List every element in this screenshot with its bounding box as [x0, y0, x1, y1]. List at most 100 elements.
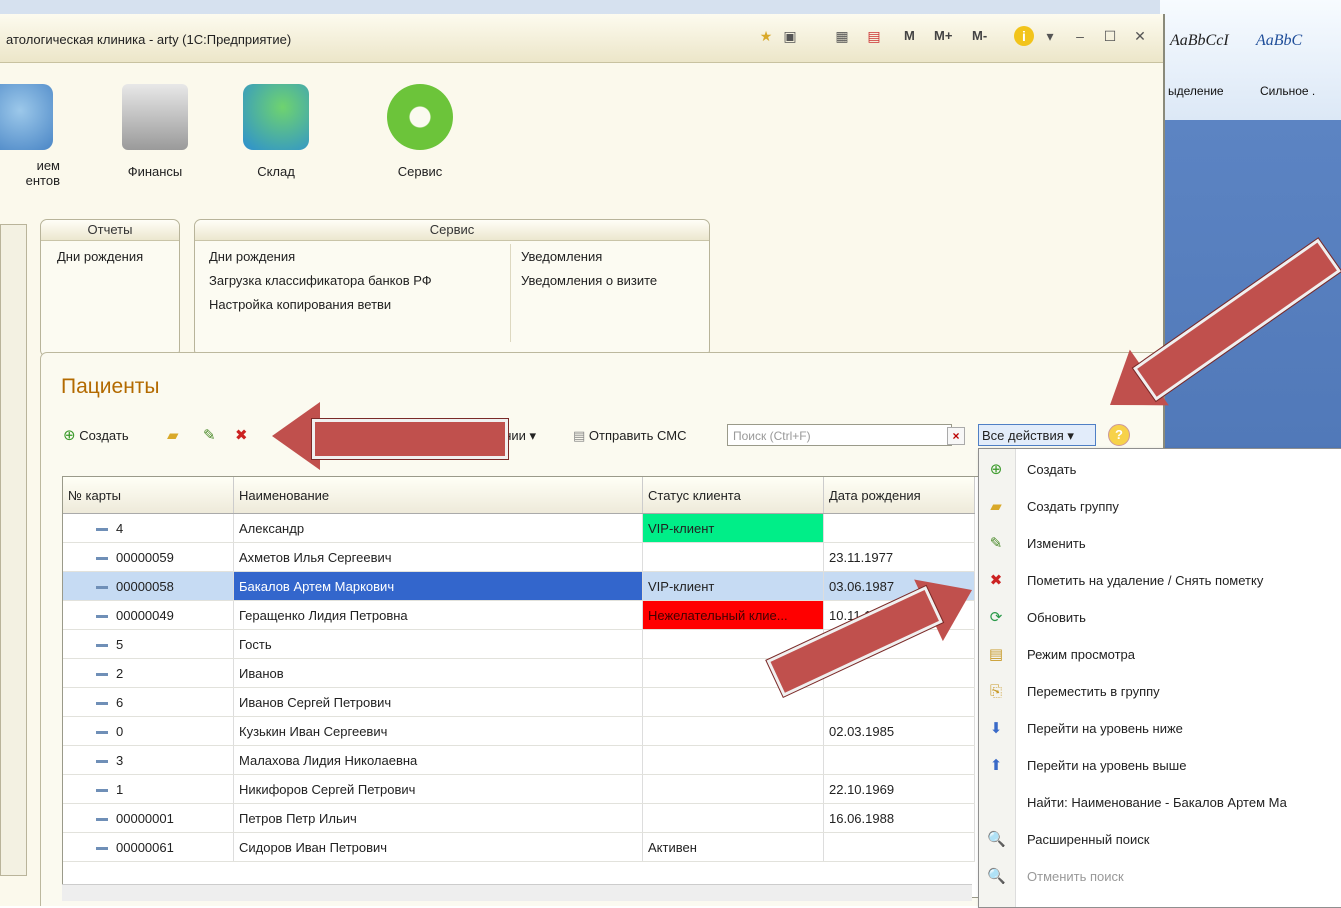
memory-plus-button[interactable]: M+	[934, 28, 952, 43]
word-style-2[interactable]: AaBbC	[1256, 32, 1302, 50]
table-row[interactable]: 0 Кузькин Иван Сергеевич 02.03.1985	[63, 716, 975, 746]
calendar-icon[interactable]: ▤	[864, 26, 884, 46]
cash-register-icon	[122, 84, 188, 150]
left-navigation-panel[interactable]	[0, 224, 27, 876]
menu-item[interactable]: ✖ Пометить на удаление / Снять пометку	[979, 564, 1341, 600]
card-cell: 6	[63, 687, 234, 717]
menu-item-label: Создать группу	[1027, 499, 1119, 514]
all-actions-button[interactable]: Все действия ▾	[978, 424, 1096, 446]
group-divider	[510, 244, 511, 342]
menu-item[interactable]: ▰ Создать группу	[979, 490, 1341, 526]
gear-icon	[387, 84, 453, 150]
column-status[interactable]: Статус клиента	[642, 477, 824, 514]
refresh-icon: ⟳	[989, 609, 1003, 626]
edit-pencil-icon[interactable]: ✎	[203, 425, 216, 447]
card-number: 6	[116, 694, 124, 710]
section-label: Финансы	[127, 164, 183, 179]
column-birth-date[interactable]: Дата рождения	[823, 477, 975, 514]
menu-item-label: Перейти на уровень ниже	[1027, 721, 1183, 736]
section-panel: ием ентов Финансы Склад Сервис	[0, 62, 1163, 212]
minimize-button[interactable]: –	[1070, 26, 1090, 46]
search-input[interactable]: Поиск (Ctrl+F)	[727, 424, 952, 446]
section-warehouse[interactable]: Склад	[236, 62, 316, 179]
plus-circle-icon: ⊕	[989, 461, 1003, 478]
table-row[interactable]: 00000049 Геращенко Лидия Петровна Нежелате…	[63, 600, 975, 630]
birth-date-cell: 22.10.1969	[823, 774, 975, 804]
menu-item[interactable]: ⬆ Перейти на уровень выше	[979, 749, 1341, 785]
calculator-icon[interactable]: ▦	[832, 26, 852, 46]
status-cell: Нежелательный клие...	[642, 600, 824, 630]
link-birthdays-report[interactable]: Дни рождения	[57, 249, 143, 264]
send-sms-label: Отправить СМС	[588, 428, 687, 443]
menu-item-label: Режим просмотра	[1027, 647, 1135, 662]
close-button[interactable]: ✕	[1130, 26, 1150, 46]
name-cell: Иванов Сергей Петрович	[233, 687, 643, 717]
name-cell: Гость	[233, 629, 643, 659]
status-cell	[642, 803, 824, 833]
section-finance[interactable]: Финансы	[110, 62, 200, 179]
table-row[interactable]: 1 Никифоров Сергей Петрович 22.10.1969	[63, 774, 975, 804]
favorite-star-icon[interactable]: ★	[756, 26, 776, 46]
card-cell: 2	[63, 658, 234, 688]
search-clear-icon[interactable]: ×	[947, 427, 965, 445]
section-reception[interactable]: ием ентов	[0, 62, 60, 188]
menu-item[interactable]: ⬇ Перейти на уровень ниже	[979, 712, 1341, 748]
maximize-button[interactable]: ☐	[1100, 26, 1120, 46]
info-icon[interactable]: i	[1014, 26, 1034, 46]
link-notifications[interactable]: Уведомления	[521, 249, 602, 264]
card-number: 5	[116, 636, 124, 652]
birth-date-cell	[823, 687, 975, 717]
status-cell	[642, 716, 824, 746]
birth-date-cell: 16.06.1988	[823, 803, 975, 833]
delete-mark-icon[interactable]: ✖	[235, 425, 248, 447]
status-cell: VIP-клиент	[642, 571, 824, 601]
medicine-icon	[243, 84, 309, 150]
link-visit-notifications[interactable]: Уведомления о визите	[521, 273, 657, 288]
item-marker-icon	[96, 556, 108, 560]
bookmark-icon[interactable]: ▣	[780, 26, 800, 46]
card-cell: 00000001	[63, 803, 234, 833]
column-name[interactable]: Наименование	[233, 477, 643, 514]
create-button-label: Создать	[79, 428, 129, 443]
card-number: 00000058	[116, 578, 174, 594]
name-cell: Сидоров Иван Петрович	[233, 832, 643, 862]
memory-m-button[interactable]: M	[904, 28, 915, 43]
item-marker-icon	[96, 817, 108, 821]
menu-item[interactable]: ▤ Режим просмотра	[979, 638, 1341, 674]
menu-item-label: Обновить	[1027, 610, 1086, 625]
menu-item[interactable]: ⊕ Создать	[979, 453, 1341, 489]
card-cell: 4	[63, 513, 234, 543]
card-number: 4	[116, 520, 124, 536]
card-number: 00000061	[116, 839, 174, 855]
table-row[interactable]: 00000061 Сидоров Иван Петрович Активен	[63, 832, 975, 862]
horizontal-scrollbar[interactable]	[62, 884, 972, 901]
send-sms-button[interactable]: ▤ Отправить СМС	[573, 425, 686, 447]
menu-item[interactable]: 🔍 Расширенный поиск	[979, 823, 1341, 859]
menu-item[interactable]: Найти: Наименование - Бакалов Артем Ма	[979, 786, 1341, 822]
create-button[interactable]: ⊕ Создать	[63, 425, 129, 447]
dropdown-icon[interactable]: ▾	[1040, 26, 1060, 46]
create-group-icon[interactable]: ▰	[167, 425, 179, 447]
menu-item[interactable]: 🔍 Отменить поиск	[979, 860, 1341, 896]
section-service[interactable]: Сервис	[380, 62, 460, 179]
memory-minus-button[interactable]: M-	[972, 28, 987, 43]
link-bank-classifier[interactable]: Загрузка классификатора банков РФ	[209, 273, 432, 288]
word-style-1[interactable]: AaBbCcI	[1170, 32, 1229, 50]
status-cell	[642, 542, 824, 572]
pencil-icon: ✎	[989, 535, 1003, 552]
menu-item[interactable]: ⎘ Переместить в группу	[979, 675, 1341, 711]
table-row[interactable]: 00000059 Ахметов Илья Сергеевич 23.11.1977	[63, 542, 975, 572]
table-row[interactable]: 3 Малахова Лидия Николаевна	[63, 745, 975, 775]
table-row[interactable]: 00000001 Петров Петр Ильич 16.06.1988	[63, 803, 975, 833]
link-birthdays[interactable]: Дни рождения	[209, 249, 295, 264]
top-strip	[0, 0, 1341, 14]
menu-item[interactable]: ✎ Изменить	[979, 527, 1341, 563]
page-title: Пациенты	[61, 375, 160, 398]
table-row[interactable]: 00000058 Бакалов Артем Маркович VIP-клиент…	[63, 571, 975, 601]
table-row[interactable]: 4 Александр VIP-клиент	[63, 513, 975, 543]
column-card-number[interactable]: № карты	[63, 477, 234, 514]
menu-item[interactable]: ⟳ Обновить	[979, 601, 1341, 637]
birth-date-cell: 02.03.1985	[823, 716, 975, 746]
link-branch-copy-settings[interactable]: Настройка копирования ветви	[209, 297, 391, 312]
table-row[interactable]: 6 Иванов Сергей Петрович	[63, 687, 975, 717]
